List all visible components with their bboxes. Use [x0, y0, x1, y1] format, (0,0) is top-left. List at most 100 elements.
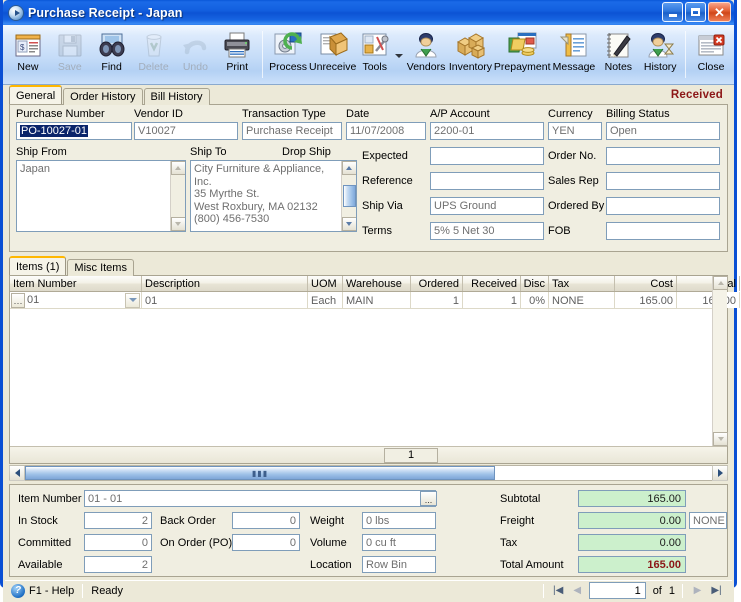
toolbar-button-find[interactable]: Find [91, 27, 133, 84]
toolbar-button-delete[interactable]: Delete [133, 27, 175, 84]
freight-value[interactable]: 0.00 [578, 512, 686, 529]
in-stock-input[interactable]: 2 [84, 512, 152, 529]
committed-input[interactable]: 0 [84, 534, 152, 551]
reference-input[interactable] [430, 172, 544, 190]
freight-tax-code-input[interactable]: NONE [689, 512, 727, 529]
cell-description[interactable]: 01 [142, 292, 308, 308]
hscroll-left-button[interactable] [9, 465, 25, 481]
help-question-icon[interactable]: ? [11, 583, 25, 598]
terms-input[interactable]: 5% 5 Net 30 [430, 222, 544, 240]
grid-header-total[interactable]: Total [677, 276, 740, 291]
item-dropdown-button[interactable] [125, 292, 140, 308]
help-label[interactable]: F1 - Help [29, 585, 74, 597]
back-order-input[interactable]: 0 [232, 512, 300, 529]
tab-misc-items[interactable]: Misc Items [67, 259, 134, 276]
billing-status-input[interactable]: Open [606, 122, 720, 140]
tools-dropdown-arrow-icon[interactable] [395, 53, 404, 58]
vendor-id-input[interactable]: V10027 [134, 122, 238, 140]
order-no-input[interactable] [606, 147, 720, 165]
ship-via-input[interactable]: UPS Ground [430, 197, 544, 215]
cell-uom[interactable]: Each [308, 292, 343, 308]
detail-item-number-input[interactable]: 01 - 01 [84, 490, 436, 507]
scroll-down-button[interactable] [170, 217, 185, 231]
close-button[interactable]: ✕ [708, 2, 731, 22]
toolbar-button-undo[interactable]: Undo [174, 27, 216, 84]
weight-input[interactable]: 0 lbs [362, 512, 436, 529]
toolbar-button-process[interactable]: Process [267, 27, 309, 84]
ship-to-scrollbar[interactable] [341, 161, 356, 231]
ordered-by-input[interactable] [606, 197, 720, 215]
toolbar-button-unreceive[interactable]: Unreceive [309, 27, 356, 84]
nav-previous-button[interactable]: ◀ [570, 583, 585, 598]
toolbar-button-close[interactable]: Close [690, 27, 732, 84]
grid-header-description[interactable]: Description [142, 276, 308, 291]
tab-bill-history[interactable]: Bill History [143, 88, 210, 105]
transaction-type-input[interactable]: Purchase Receipt [242, 122, 342, 140]
toolbar-button-save[interactable]: Save [49, 27, 91, 84]
expected-input[interactable] [430, 147, 544, 165]
grid-header-item-number[interactable]: Item Number [10, 276, 142, 291]
grid-header-received[interactable]: Received [463, 276, 521, 291]
scroll-thumb[interactable] [342, 185, 356, 207]
grid-header-warehouse[interactable]: Warehouse [343, 276, 411, 291]
tab-items[interactable]: Items (1) [9, 256, 67, 275]
sales-rep-input[interactable] [606, 172, 720, 190]
item-lookup-button[interactable]: ··· [11, 293, 25, 308]
ap-account-input[interactable]: 2200-01 [430, 122, 544, 140]
ship-from-textarea[interactable]: Japan [16, 160, 186, 232]
scroll-up-button[interactable] [170, 161, 185, 175]
table-row[interactable]: ··· 01 01 Each MAIN 1 1 0% NONE 165.00 1… [10, 292, 740, 309]
cell-received[interactable]: 1 [463, 292, 521, 308]
scroll-up-button[interactable] [341, 161, 356, 175]
toolbar-button-message[interactable]: Message [551, 27, 598, 84]
cell-tax[interactable]: NONE [549, 292, 615, 308]
grid-scroll-up-button[interactable] [713, 276, 728, 290]
toolbar-button-vendors[interactable]: Vendors [405, 27, 447, 84]
toolbar-button-new[interactable]: $ New [7, 27, 49, 84]
grid-scroll-down-button[interactable] [713, 432, 728, 446]
toolbar-button-inventory[interactable]: Inventory [447, 27, 494, 84]
fob-input[interactable] [606, 222, 720, 240]
ship-to-textarea[interactable]: City Furniture & Appliance, Inc. 35 Myrt… [190, 160, 357, 232]
hscroll-track[interactable]: ▮▮▮ [25, 465, 712, 481]
toolbar-button-prepayment[interactable]: Prepayment [494, 27, 551, 84]
cell-warehouse[interactable]: MAIN [343, 292, 411, 308]
nav-page-input[interactable]: 1 [588, 582, 646, 599]
maximize-button[interactable] [685, 2, 706, 22]
grid-header-cost[interactable]: Cost [615, 276, 677, 291]
grid-header-disc[interactable]: Disc [521, 276, 549, 291]
grid-header-ordered[interactable]: Ordered [411, 276, 463, 291]
nav-last-button[interactable]: ▶| [709, 583, 724, 598]
grid-header-tax[interactable]: Tax [549, 276, 615, 291]
label-location: Location [310, 559, 352, 571]
hscroll-right-button[interactable] [712, 465, 728, 481]
scroll-down-button[interactable] [341, 217, 356, 231]
toolbar-button-print[interactable]: Print [216, 27, 258, 84]
grid-vertical-scrollbar[interactable] [712, 276, 728, 446]
ship-from-scrollbar[interactable] [170, 161, 185, 231]
tab-general[interactable]: General [9, 85, 63, 104]
cell-cost[interactable]: 165.00 [615, 292, 677, 308]
hscroll-thumb[interactable]: ▮▮▮ [25, 466, 495, 480]
nav-first-button[interactable]: |◀ [551, 583, 566, 598]
cell-total[interactable]: 165.00 [677, 292, 740, 308]
available-input[interactable]: 2 [84, 556, 152, 573]
cell-ordered[interactable]: 1 [411, 292, 463, 308]
grid-horizontal-scrollbar[interactable]: ▮▮▮ [9, 465, 728, 481]
cell-disc[interactable]: 0% [521, 292, 549, 308]
toolbar-button-tools[interactable]: Tools [356, 27, 393, 84]
cell-item-number[interactable]: ··· 01 [10, 292, 142, 308]
toolbar-button-notes[interactable]: Notes [597, 27, 639, 84]
minimize-button[interactable] [662, 2, 683, 22]
location-input[interactable]: Row Bin [362, 556, 436, 573]
purchase-number-input[interactable]: PO-10027-01 [16, 122, 132, 140]
on-order-po-input[interactable]: 0 [232, 534, 300, 551]
date-input[interactable]: 11/07/2008 [346, 122, 426, 140]
grid-header-uom[interactable]: UOM [308, 276, 343, 291]
tab-order-history[interactable]: Order History [63, 88, 143, 105]
detail-lookup-button[interactable]: ... [420, 491, 437, 506]
nav-next-button[interactable]: ▶ [690, 583, 705, 598]
currency-input[interactable]: YEN [548, 122, 602, 140]
toolbar-button-history[interactable]: History [639, 27, 681, 84]
volume-input[interactable]: 0 cu ft [362, 534, 436, 551]
